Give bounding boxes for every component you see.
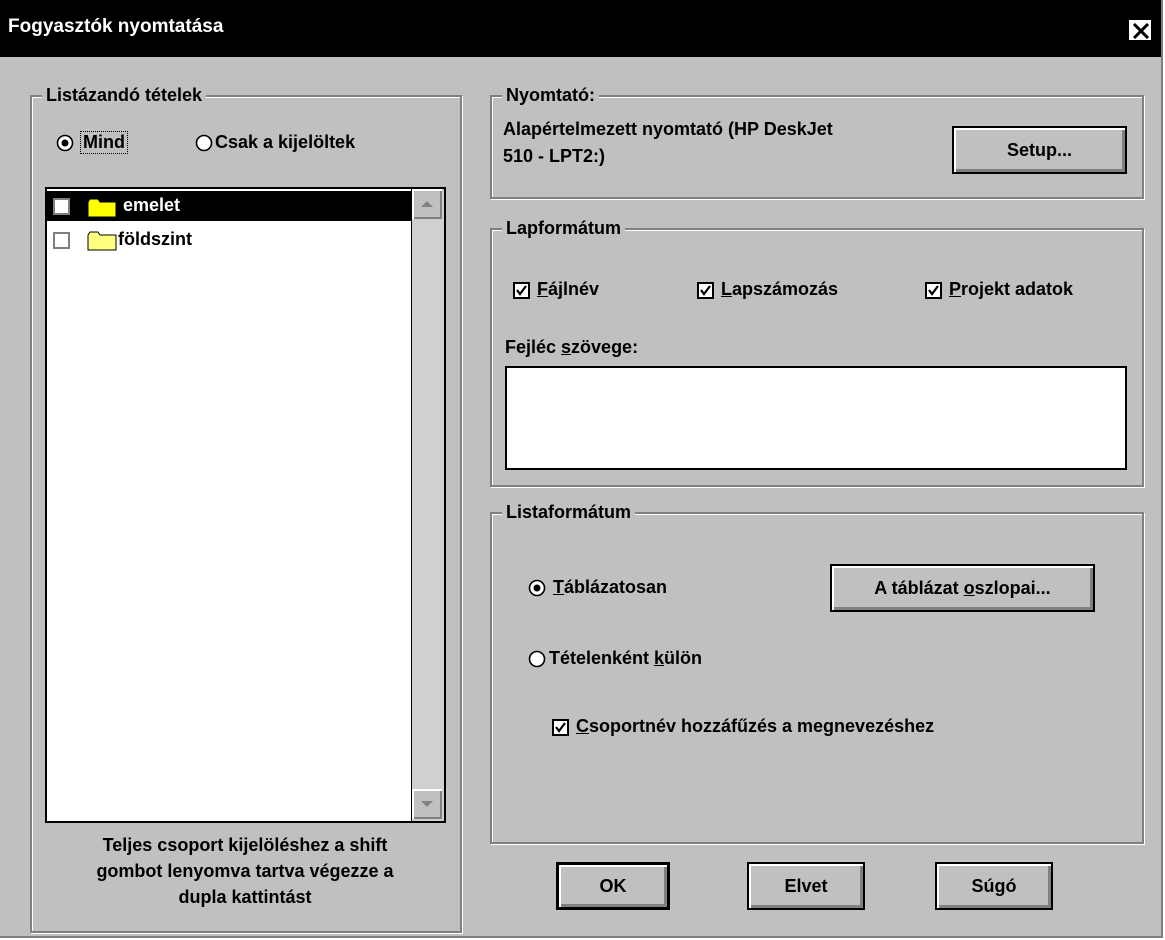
help-button[interactable]: Súgó [935, 862, 1053, 910]
filename-label[interactable]: Fájlnév [537, 279, 599, 300]
folder-icon [87, 231, 117, 251]
hint-line: Teljes csoport kijelöléshez a shift [102, 835, 388, 855]
page-format-group-legend: Lapformátum [502, 217, 626, 239]
header-text-input[interactable] [505, 366, 1127, 470]
tree-item-label: emelet [123, 195, 181, 215]
radio-all-label[interactable]: Mind [80, 131, 128, 154]
table-columns-button-label: A táblázat oszlopai... [874, 577, 1051, 598]
project-data-label[interactable]: Projekt adatok [949, 279, 1073, 300]
items-group-legend: Listázandó tételek [42, 84, 207, 106]
radio-tabular[interactable] [528, 579, 546, 597]
radio-all[interactable] [56, 134, 74, 152]
selection-hint: Teljes csoport kijelöléshez a shift gomb… [40, 832, 450, 910]
checkmark-icon [928, 285, 939, 296]
append-group-name-checkbox[interactable] [552, 719, 569, 736]
setup-button[interactable]: Setup... [952, 126, 1127, 174]
print-consumers-dialog: Fogyasztók nyomtatása Listázandó tételek… [0, 0, 1163, 938]
page-numbering-label[interactable]: Lapszámozás [721, 279, 838, 300]
tree-item-foldszint[interactable]: földszint [47, 225, 412, 255]
checkmark-icon [555, 722, 566, 733]
radio-per-item-label[interactable]: Tételenként külön [549, 648, 702, 669]
append-group-name-label[interactable]: Csoportnév hozzáfűzés a megnevezéshez [576, 716, 934, 737]
arrow-up-icon [421, 201, 433, 207]
list-format-group: Listaformátum [490, 501, 1144, 844]
printer-group-legend: Nyomtató: [502, 84, 599, 106]
printer-name-line2: 510 - LPT2:) [503, 146, 606, 166]
arrow-down-icon [421, 801, 433, 807]
radio-selected-only[interactable] [195, 134, 213, 152]
title-bar[interactable]: Fogyasztók nyomtatása [0, 0, 1161, 57]
radio-tabular-label[interactable]: Táblázatosan [553, 577, 667, 598]
close-button[interactable] [1127, 18, 1153, 42]
checkmark-icon [516, 285, 527, 296]
tree-item-emelet[interactable]: emelet [47, 191, 412, 221]
cancel-button[interactable]: Elvet [747, 862, 865, 910]
scroll-down-button[interactable] [412, 789, 442, 819]
tree-item-checkbox[interactable] [53, 198, 70, 215]
printer-name-line1: Alapértelmezett nyomtató (HP DeskJet [503, 119, 833, 139]
tree-item-label: földszint [118, 229, 192, 249]
radio-selected-only-label[interactable]: Csak a kijelöltek [215, 132, 355, 153]
filename-checkbox[interactable] [513, 282, 530, 299]
tree-item-checkbox[interactable] [53, 232, 70, 249]
page-numbering-checkbox[interactable] [697, 282, 714, 299]
ok-button-label: OK [599, 875, 627, 896]
close-icon [1132, 22, 1150, 40]
header-text-label: Fejléc szövege: [505, 337, 639, 357]
vertical-scrollbar[interactable] [411, 189, 444, 821]
setup-button-label: Setup... [1006, 139, 1072, 160]
hint-line: gombot lenyomva tartva végezze a [96, 861, 394, 881]
scroll-up-button[interactable] [412, 189, 442, 219]
hint-line: dupla kattintást [178, 887, 312, 907]
cancel-button-label: Elvet [784, 875, 828, 896]
window-title: Fogyasztók nyomtatása [8, 16, 224, 37]
folder-icon [87, 198, 117, 218]
consumer-tree-list[interactable]: emelet földszint [45, 187, 446, 823]
list-format-group-legend: Listaformátum [502, 501, 636, 523]
table-columns-button[interactable]: A táblázat oszlopai... [830, 564, 1095, 612]
project-data-checkbox[interactable] [925, 282, 942, 299]
ok-button[interactable]: OK [556, 862, 670, 910]
help-button-label: Súgó [971, 875, 1017, 896]
radio-per-item[interactable] [528, 650, 546, 668]
checkmark-icon [700, 285, 711, 296]
